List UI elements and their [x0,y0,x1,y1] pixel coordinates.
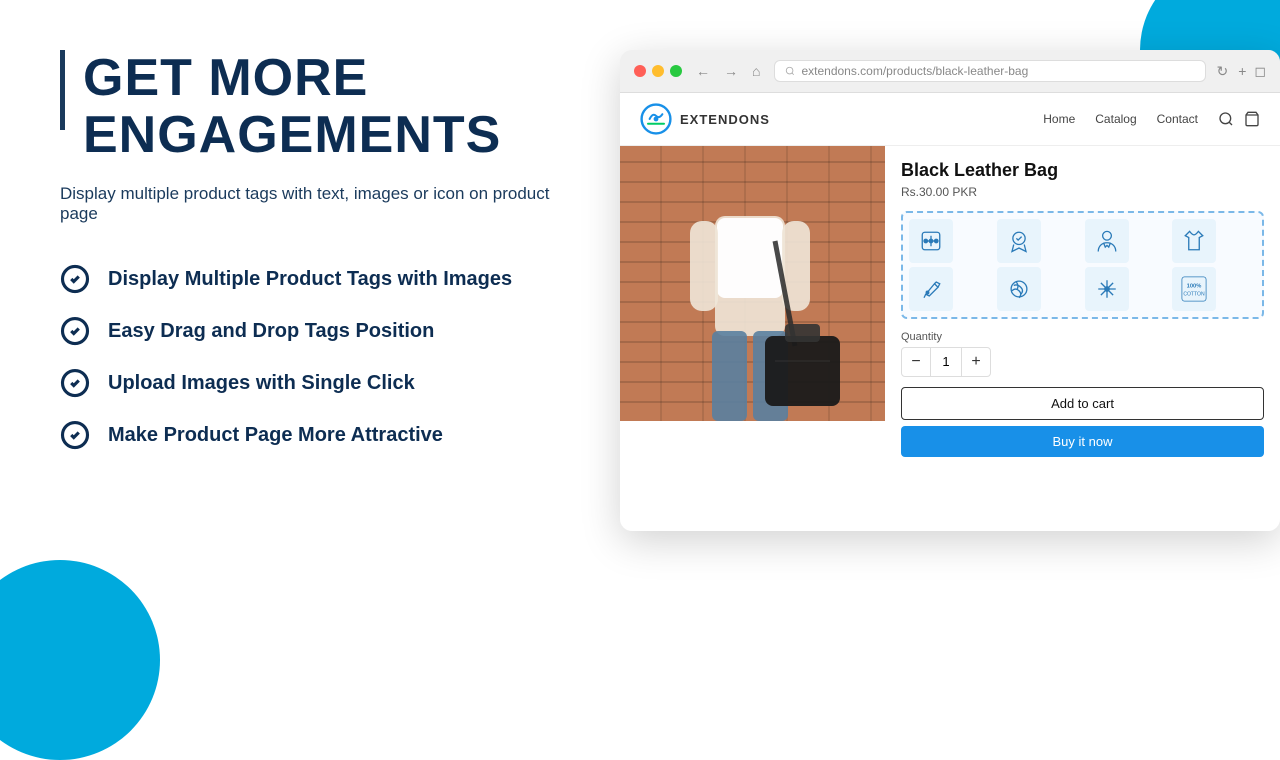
tag-item-4 [1172,219,1216,263]
tag-icon-7 [1093,275,1121,303]
feature-text-2: Easy Drag and Drop Tags Position [108,320,434,343]
browser-dots [634,65,682,77]
dot-yellow[interactable] [652,65,664,77]
check-icon-2 [60,316,90,346]
product-details: Black Leather Bag Rs.30.00 PKR [885,146,1280,471]
store-nav-links: Home Catalog Contact [1043,112,1198,126]
tag-icon-8: 100% COTTON [1180,275,1208,303]
tag-icon-1 [917,227,945,255]
browser-toolbar: ← → ⌂ extendons.com/products/black-leath… [620,50,1280,93]
check-icon-4 [60,420,90,450]
tag-icon-4 [1180,227,1208,255]
browser-bottom-padding [620,471,1280,531]
feature-item-4: Make Product Page More Attractive [60,420,580,450]
dot-red[interactable] [634,65,646,77]
svg-text:COTTON: COTTON [1184,291,1206,297]
buy-now-button[interactable]: Buy it now [901,426,1264,457]
right-panel: ← → ⌂ extendons.com/products/black-leath… [620,50,1280,680]
dot-green[interactable] [670,65,682,77]
browser-window: ← → ⌂ extendons.com/products/black-leath… [620,50,1280,531]
store-logo: EXTENDONS [640,103,770,135]
browser-refresh[interactable]: ↻ [1216,63,1228,80]
logo-text: EXTENDONS [680,112,770,127]
browser-add-tab[interactable]: + [1238,63,1246,80]
logo-icon [640,103,672,135]
store-product: Black Leather Bag Rs.30.00 PKR [620,146,1280,471]
quantity-increase-button[interactable]: + [962,348,990,376]
tag-item-7 [1085,267,1129,311]
browser-nav: ← → ⌂ [692,61,764,81]
feature-item-2: Easy Drag and Drop Tags Position [60,316,580,346]
sub-heading: Display multiple product tags with text,… [60,184,580,224]
browser-actions: + ◻ [1238,63,1266,80]
tag-item-6 [997,267,1041,311]
store-search-icon[interactable] [1218,111,1234,127]
tag-item-8: 100% COTTON [1172,267,1216,311]
person-bag-illustration [620,146,885,421]
check-icon-3 [60,368,90,398]
nav-back[interactable]: ← [692,61,714,81]
browser-address-bar[interactable]: extendons.com/products/black-leather-bag [774,60,1206,82]
features-list: Display Multiple Product Tags with Image… [60,264,580,450]
search-icon [785,66,795,76]
tag-item-1 [909,219,953,263]
nav-home[interactable]: Home [1043,112,1075,126]
product-image-container [620,146,885,421]
nav-catalog[interactable]: Catalog [1095,112,1136,126]
quantity-label: Quantity [901,331,1264,343]
svg-text:100%: 100% [1187,284,1202,290]
quantity-control: − 1 + [901,347,991,377]
main-heading: GET MORE ENGAGEMENTS [83,50,580,164]
vertical-accent-bar [60,50,65,130]
left-panel: GET MORE ENGAGEMENTS Display multiple pr… [60,50,580,680]
product-title: Black Leather Bag [901,160,1264,181]
tag-icon-3 [1093,227,1121,255]
heading-section: GET MORE ENGAGEMENTS [60,50,580,164]
tag-icon-6 [1005,275,1033,303]
cart-icon[interactable] [1244,111,1260,127]
tag-icon-5 [917,275,945,303]
quantity-decrease-button[interactable]: − [902,348,930,376]
quantity-value: 1 [930,348,962,376]
nav-forward[interactable]: → [720,61,742,81]
product-image [620,146,885,421]
feature-item-3: Upload Images with Single Click [60,368,580,398]
tag-icon-2 [1005,227,1033,255]
feature-text-3: Upload Images with Single Click [108,372,415,395]
add-to-cart-button[interactable]: Add to cart [901,387,1264,420]
store-nav-icons [1218,111,1260,127]
store-nav: EXTENDONS Home Catalog Contact [620,93,1280,146]
feature-text-4: Make Product Page More Attractive [108,424,443,447]
tag-item-3 [1085,219,1129,263]
tag-item-2 [997,219,1041,263]
browser-menu[interactable]: ◻ [1254,63,1266,80]
product-tags-grid: 100% COTTON [901,211,1264,319]
feature-text-1: Display Multiple Product Tags with Image… [108,268,512,291]
product-price: Rs.30.00 PKR [901,185,1264,199]
tag-item-5 [909,267,953,311]
address-text: extendons.com/products/black-leather-bag [801,64,1028,78]
check-icon-1 [60,264,90,294]
nav-home[interactable]: ⌂ [748,61,764,81]
nav-contact[interactable]: Contact [1157,112,1198,126]
feature-item-1: Display Multiple Product Tags with Image… [60,264,580,294]
